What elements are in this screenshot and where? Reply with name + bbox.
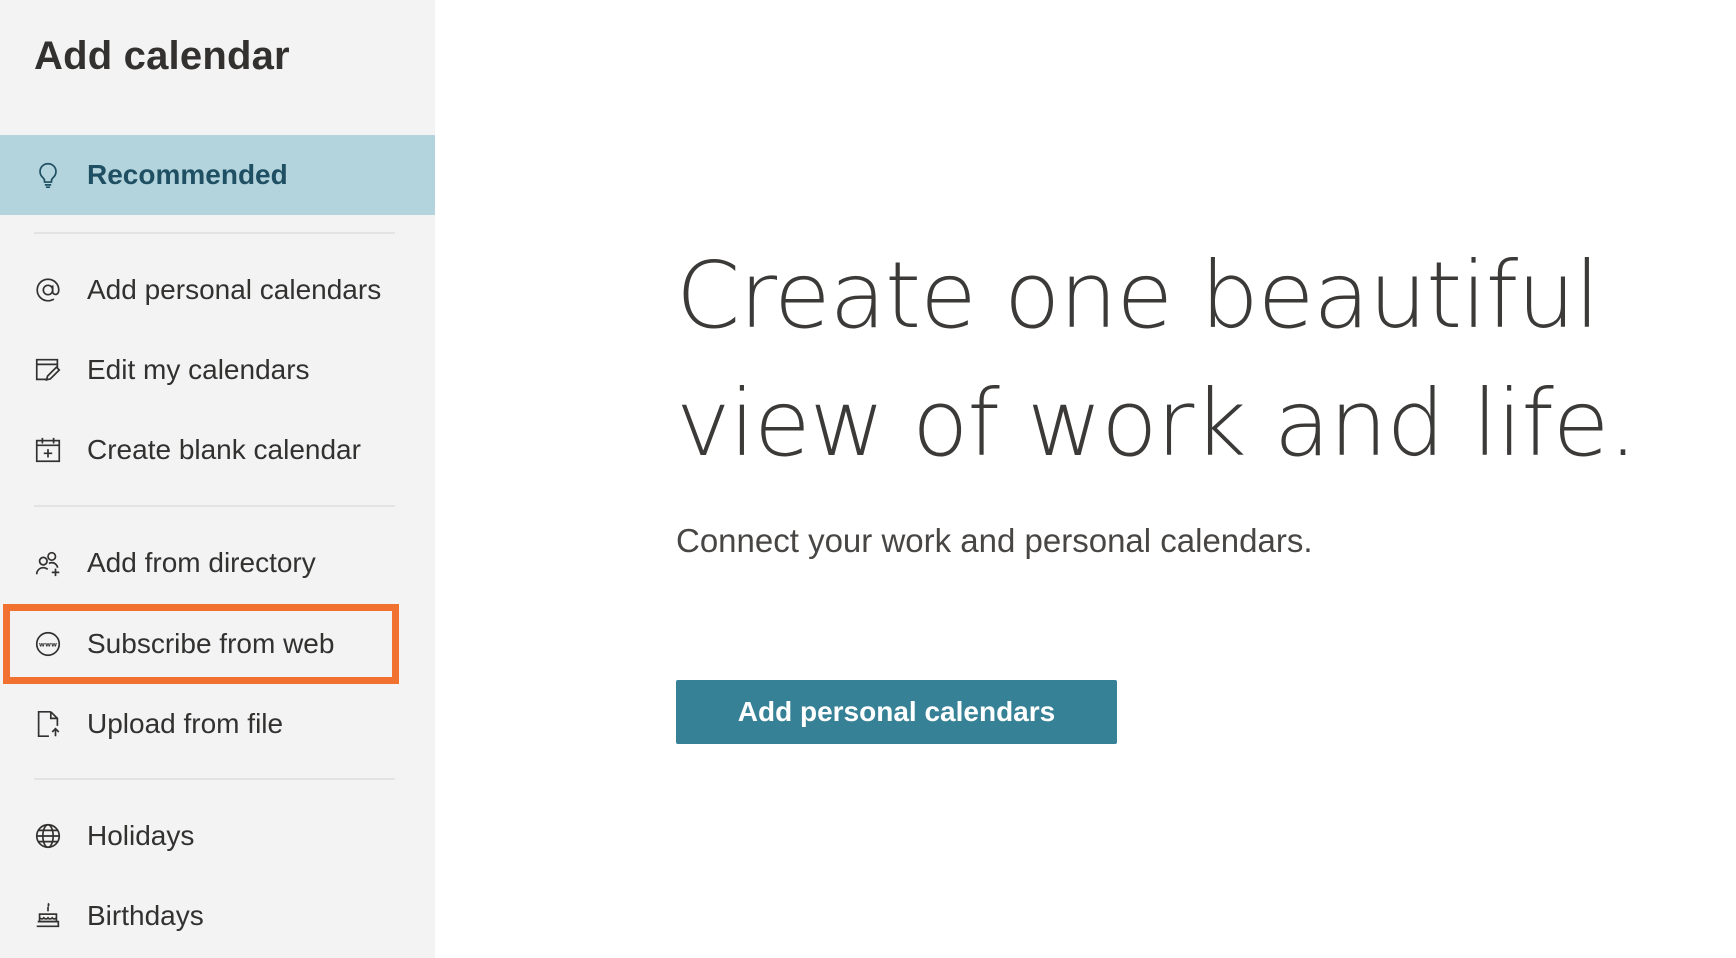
sidebar-item-label: Add from directory [87,547,316,578]
sidebar-item-label: Edit my calendars [87,354,310,385]
sidebar-item-label: Create blank calendar [87,434,361,465]
sidebar-item-upload-from-file[interactable]: Upload from file [0,684,435,764]
sidebar-item-subscribe-from-web[interactable]: www Subscribe from web [0,604,435,684]
divider [34,505,395,507]
subline: Connect your work and personal calendars… [676,522,1313,559]
cake-icon [32,900,64,932]
globe-icon [32,820,64,852]
sidebar-item-edit-my-calendars[interactable]: Edit my calendars [0,330,435,410]
sidebar-item-add-personal-calendars[interactable]: Add personal calendars [0,250,435,330]
sidebar-item-recommended[interactable]: Recommended [0,135,435,215]
edit-calendar-icon [32,354,64,386]
at-sign-icon [32,274,64,306]
calendar-add-icon [32,434,64,466]
divider [34,778,395,780]
sidebar-item-label: Recommended [87,159,288,190]
divider [34,232,395,234]
sidebar-item-holidays[interactable]: Holidays [0,796,435,876]
sidebar-item-label: Subscribe from web [87,628,335,659]
svg-text:www: www [39,640,57,648]
main-panel: Create one beautiful view of work and li… [435,0,1736,958]
sidebar-item-birthdays[interactable]: Birthdays [0,876,435,956]
sidebar-item-add-from-directory[interactable]: Add from directory [0,523,435,603]
headline: Create one beautiful view of work and li… [676,242,1638,477]
sidebar-item-label: Upload from file [87,708,284,739]
sidebar-item-create-blank-calendar[interactable]: Create blank calendar [0,410,435,490]
sidebar: Add calendar Recommended Add personal ca… [0,0,435,958]
sidebar-item-label: Add personal calendars [87,274,382,305]
people-add-icon [32,547,64,579]
add-personal-calendars-button[interactable]: Add personal calendars [676,680,1117,744]
lightbulb-icon [32,159,64,191]
file-upload-icon [32,708,64,740]
www-globe-icon: www [32,628,64,660]
sidebar-item-label: Holidays [87,820,195,851]
sidebar-item-label: Birthdays [87,900,204,931]
sidebar-title: Add calendar [34,34,290,78]
